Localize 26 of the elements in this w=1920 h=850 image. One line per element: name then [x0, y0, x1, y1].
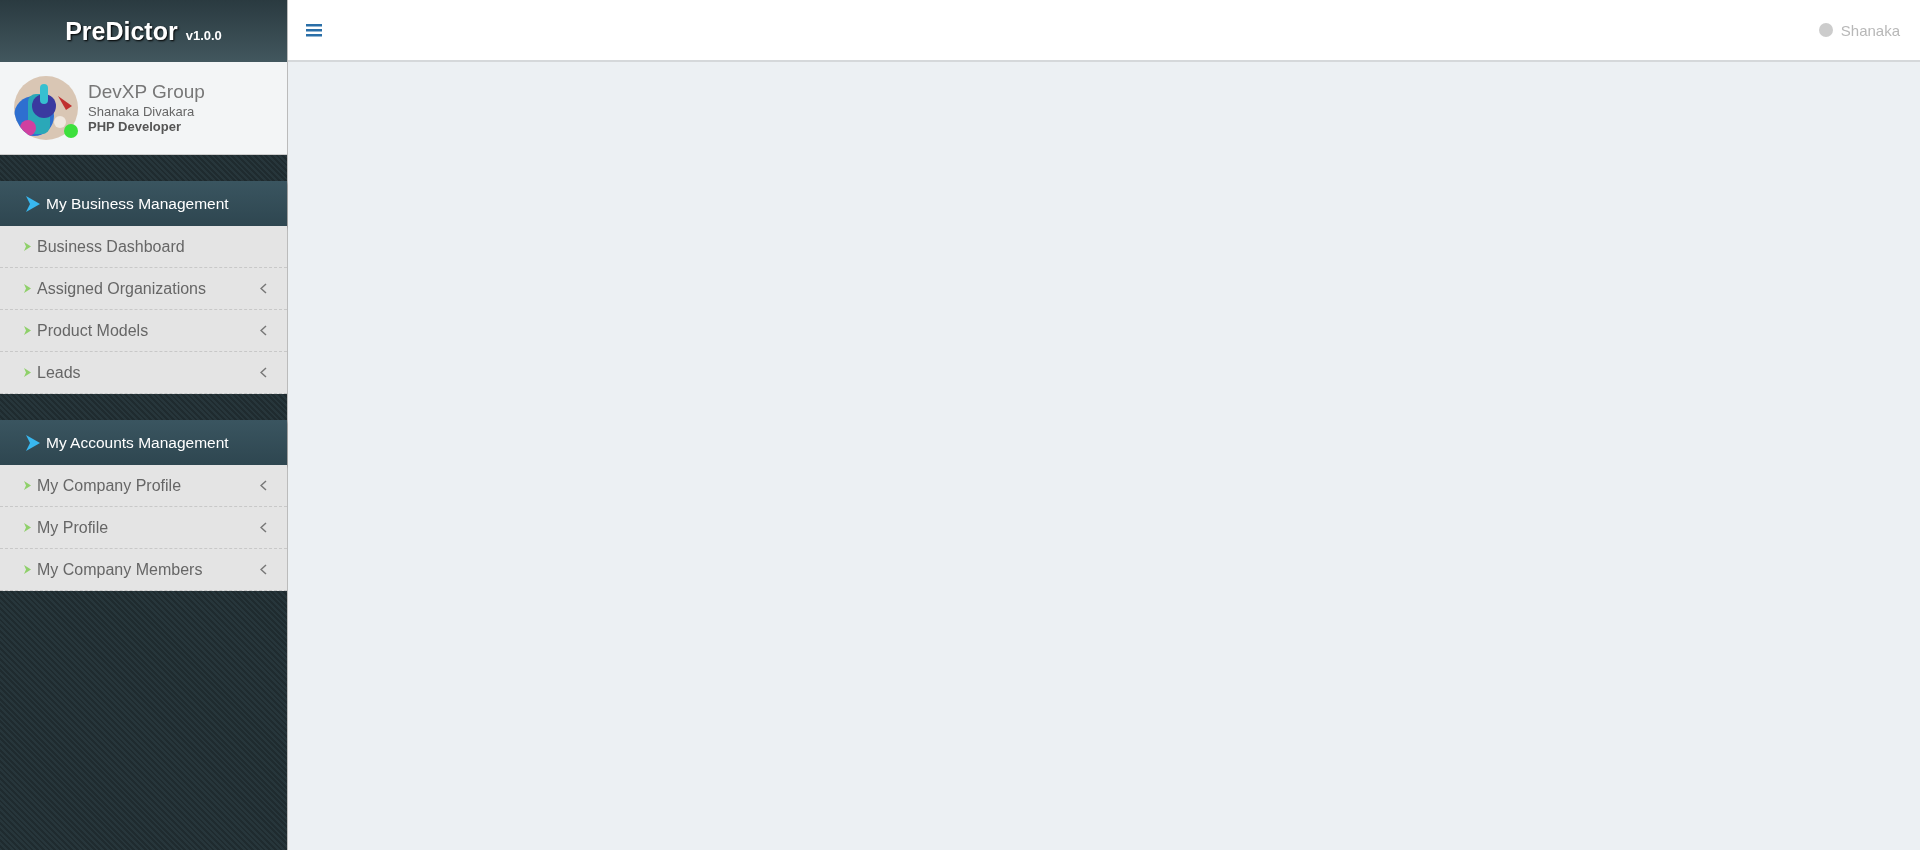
version-label: v1.0.0	[185, 27, 222, 43]
arrow-icon	[24, 284, 31, 293]
menu-button[interactable]	[304, 21, 324, 39]
section-title: My Accounts Management	[46, 433, 229, 452]
arrow-icon	[24, 481, 31, 490]
section-title: My Business Management	[46, 194, 229, 213]
menu-item[interactable]: Leads	[0, 352, 287, 394]
menu-item[interactable]: Product Models	[0, 310, 287, 352]
arrow-icon	[24, 326, 31, 335]
arrow-icon	[24, 368, 31, 377]
menu-item[interactable]: Business Dashboard	[0, 226, 287, 268]
menu-icon	[306, 23, 322, 37]
arrow-icon	[24, 523, 31, 532]
arrow-icon	[26, 434, 40, 451]
organization-name: DevXP Group	[88, 81, 205, 104]
arrow-icon	[24, 565, 31, 574]
menu-item[interactable]: My Profile	[0, 507, 287, 549]
app-title: PreDictor	[65, 16, 178, 46]
arrow-icon	[26, 195, 40, 212]
menu-item[interactable]: Assigned Organizations	[0, 268, 287, 310]
user-role: PHP Developer	[88, 119, 182, 135]
menu-item[interactable]: My Company Profile	[0, 465, 287, 507]
arrow-icon	[24, 242, 31, 251]
menu-item[interactable]: My Company Members	[0, 549, 287, 591]
user-name: Shanaka Divakara	[88, 103, 196, 120]
avatar-icon	[1818, 23, 1833, 37]
